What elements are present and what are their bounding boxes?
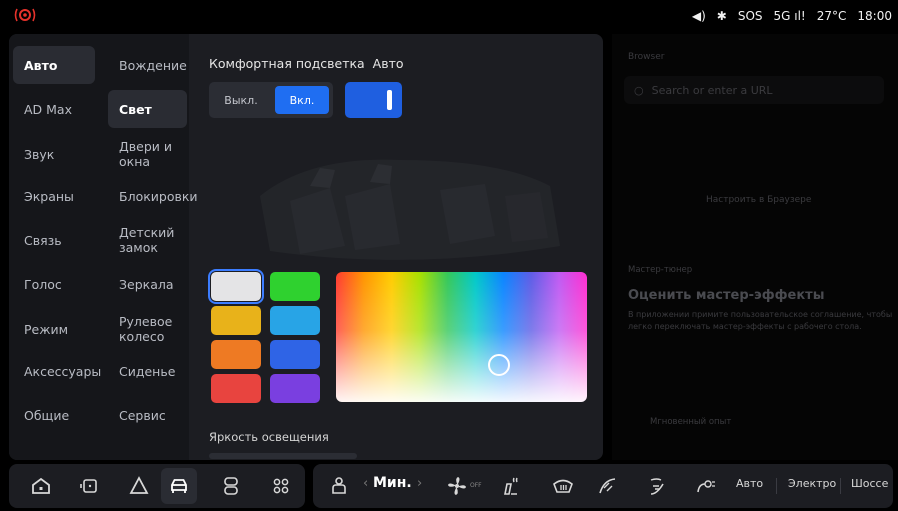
toggle-knob	[387, 90, 392, 110]
drive-mode-highway[interactable]: Шоссе	[851, 477, 888, 490]
seats-icon[interactable]	[219, 474, 243, 498]
sidebar-item-mode[interactable]: Режим	[13, 310, 95, 348]
color-swatch-yellow[interactable]	[211, 306, 261, 335]
subnav-item-seat[interactable]: Сиденье	[108, 352, 187, 390]
browser-widget: Browser ○ Search or enter a URL Настроит…	[612, 34, 898, 460]
bluetooth-icon: ✱	[716, 9, 727, 23]
color-swatch-orange[interactable]	[211, 340, 261, 369]
fan-decrease-button[interactable]: ‹	[363, 476, 368, 491]
color-swatch-cyan[interactable]	[270, 306, 320, 335]
color-swatch-blue[interactable]	[270, 340, 320, 369]
ambient-light-content: Комфортная подсветка Авто Выкл. Вкл. Ярк…	[190, 34, 603, 460]
browser-config-text[interactable]: Настроить в Браузере	[706, 195, 811, 205]
navigation-icon[interactable]	[127, 474, 151, 498]
front-defrost-icon[interactable]	[551, 474, 575, 498]
tuner-heading[interactable]: Оценить мастер-эффекты	[628, 288, 824, 303]
sos-label[interactable]: SOS	[738, 9, 763, 23]
instant-experience-label[interactable]: Мгновенный опыт	[650, 416, 731, 428]
subnav-item-steering-wheel[interactable]: Рулевое колесо	[108, 310, 187, 348]
sidebar-item-ad-max[interactable]: AD Max	[13, 90, 95, 128]
sidebar-item-voice[interactable]: Голос	[13, 265, 95, 303]
clock: 18:00	[857, 9, 892, 23]
car-interior-image	[260, 159, 560, 260]
sidebar-item-screens[interactable]: Экраны	[13, 177, 95, 215]
color-swatch-green[interactable]	[270, 272, 320, 301]
network-status: 5G ıl!	[773, 9, 806, 23]
hazard-warning-icon[interactable]	[14, 7, 36, 23]
tuner-label: Мастер-тюнер	[628, 265, 693, 275]
on-option[interactable]: Вкл.	[275, 86, 329, 114]
sidebar-item-auto[interactable]: Авто	[13, 46, 95, 84]
mode-divider	[840, 478, 841, 494]
status-bar: ◀) ✱ SOS 5G ıl! 27°C 18:00	[0, 0, 898, 32]
settings-sidebar: Авто AD Max Звук Экраны Связь Голос Режи…	[9, 34, 104, 460]
subnav-item-mirrors[interactable]: Зеркала	[108, 265, 187, 303]
brightness-label: Яркость освещения	[209, 430, 329, 444]
color-picker-knob[interactable]	[488, 354, 510, 376]
settings-subnav: Вождение Свет Двери и окна Блокировки Де…	[104, 34, 198, 460]
auto-toggle[interactable]	[345, 82, 402, 118]
sidebar-item-sound[interactable]: Звук	[13, 135, 95, 173]
subnav-item-service[interactable]: Сервис	[108, 396, 187, 434]
dock-apps	[9, 464, 305, 508]
fan-increase-button[interactable]: ›	[417, 476, 422, 491]
browser-search-input[interactable]: ○ Search or enter a URL	[624, 76, 884, 104]
mode-divider	[776, 478, 777, 494]
seat-heating-icon[interactable]	[499, 474, 523, 498]
search-placeholder: Search or enter a URL	[651, 83, 773, 97]
color-swatch-purple[interactable]	[270, 374, 320, 403]
browser-label: Browser	[628, 52, 665, 62]
feet-airflow-icon[interactable]	[645, 474, 669, 498]
subnav-item-light[interactable]: Свет	[108, 90, 187, 128]
subnav-item-child-lock[interactable]: Детский замок	[108, 221, 187, 259]
auto-label: Авто	[372, 56, 404, 71]
fan-off-label: OFF	[470, 482, 482, 489]
subnav-item-doors-windows[interactable]: Двери и окна	[108, 135, 187, 173]
color-picker[interactable]	[336, 272, 587, 402]
drive-mode-auto[interactable]: Авто	[736, 477, 763, 490]
vehicle-icon[interactable]	[167, 474, 191, 498]
fan-speed-label: Мин.	[373, 475, 412, 491]
temperature: 27°C	[816, 9, 847, 23]
color-swatch-red[interactable]	[211, 374, 261, 403]
fan-icon[interactable]	[445, 474, 469, 498]
face-airflow-icon[interactable]	[693, 474, 717, 498]
sidebar-item-general[interactable]: Общие	[13, 396, 95, 434]
home-icon[interactable]	[29, 474, 53, 498]
ambient-on-off-segment: Выкл. Вкл.	[209, 82, 333, 118]
sidebar-item-accessories[interactable]: Аксессуары	[13, 352, 101, 390]
volume-icon[interactable]: ◀)	[692, 9, 706, 23]
climate-controls: ‹ Мин. › OFF Авто Электро Шоссе	[313, 464, 893, 508]
off-option[interactable]: Выкл.	[213, 86, 269, 114]
search-icon: ○	[634, 83, 644, 97]
ambient-light-title: Комфортная подсветка Авто	[209, 56, 404, 71]
settings-panel: Авто AD Max Звук Экраны Связь Голос Режи…	[9, 34, 603, 460]
windshield-airflow-icon[interactable]	[595, 474, 619, 498]
brightness-slider[interactable]	[209, 453, 357, 459]
tuner-description: В приложении примите пользовательское со…	[628, 310, 893, 331]
drive-mode-electric[interactable]: Электро	[788, 477, 836, 490]
subnav-item-driving[interactable]: Вождение	[108, 46, 187, 84]
color-swatch-white[interactable]	[208, 269, 264, 304]
apps-grid-icon[interactable]	[269, 474, 293, 498]
sidebar-item-connection[interactable]: Связь	[13, 221, 95, 259]
seat-occupant-icon[interactable]	[327, 474, 351, 498]
subnav-item-locks[interactable]: Блокировки	[108, 177, 198, 215]
bottom-dock: ‹ Мин. › OFF Авто Электро Шоссе	[0, 463, 898, 511]
car-screen-icon[interactable]	[77, 474, 101, 498]
